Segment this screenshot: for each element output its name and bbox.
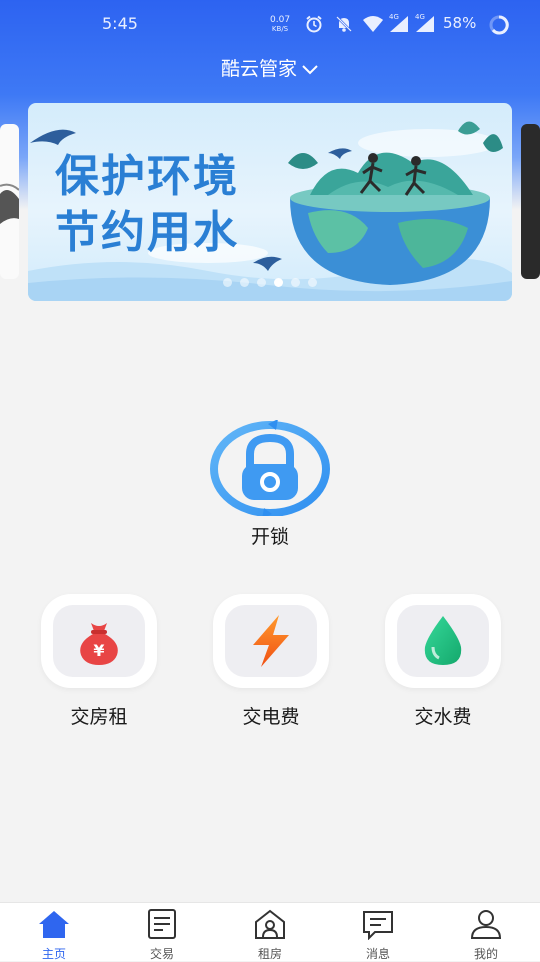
- unlock-label: 开锁: [250, 526, 289, 548]
- transaction-icon: [148, 909, 176, 939]
- pay-electricity-icon-bg: [225, 605, 317, 677]
- mute-notification-icon: [336, 16, 352, 32]
- signal-icon: [390, 16, 408, 32]
- banner-prev-card[interactable]: [0, 124, 19, 279]
- tab-messages-label: 消息: [365, 947, 390, 961]
- tab-rent-house[interactable]: 租房: [216, 903, 324, 961]
- money-bag-icon: ¥: [80, 623, 118, 665]
- tab-home[interactable]: 主页: [0, 903, 108, 961]
- pay-water-icon-frame: [385, 594, 501, 688]
- profile-icon: [470, 910, 502, 939]
- tab-profile-label: 我的: [473, 947, 498, 961]
- svg-text:¥: ¥: [93, 641, 104, 660]
- battery-percent: 58%: [443, 14, 477, 32]
- carousel-dot[interactable]: [240, 278, 249, 287]
- tab-home-label: 主页: [41, 947, 66, 961]
- pay-electricity-label: 交电费: [242, 706, 300, 728]
- bottom-tab-bar: 主页 交易 租房 消息 我的: [0, 902, 540, 961]
- lock-icon: [210, 419, 330, 519]
- banner-slogan: 保护环境 节约用水: [55, 149, 239, 261]
- banner-carousel[interactable]: 保护环境 节约用水: [28, 103, 512, 301]
- pay-water-label: 交水费: [414, 706, 472, 728]
- banner-prev-thumbnail: [0, 183, 19, 224]
- app-title: 酷云管家: [220, 58, 297, 80]
- pay-water-button[interactable]: 交水费: [383, 594, 503, 729]
- carousel-dot[interactable]: [291, 278, 300, 287]
- rent-house-icon: [255, 909, 285, 939]
- carousel-dot[interactable]: [223, 278, 232, 287]
- app-title-dropdown[interactable]: 酷云管家: [0, 54, 540, 81]
- status-bar: 5:45 0.07 KB/S 4G 4G 58%: [0, 0, 540, 50]
- tab-profile[interactable]: 我的: [432, 903, 540, 961]
- status-time: 5:45: [102, 14, 138, 33]
- battery-ring-icon: [489, 15, 509, 35]
- pay-rent-icon-frame: ¥: [41, 594, 157, 688]
- pay-electricity-button[interactable]: 交电费: [211, 594, 331, 729]
- tab-transaction-label: 交易: [149, 947, 174, 961]
- unlock-button[interactable]: [210, 419, 330, 519]
- alarm-icon: [306, 15, 322, 33]
- banner-slogan-line1: 保护环境: [55, 151, 239, 202]
- carousel-dot[interactable]: [257, 278, 266, 287]
- pay-rent-label: 交房租: [70, 706, 128, 728]
- home-icon: [39, 911, 69, 938]
- pay-electricity-icon-frame: [213, 594, 329, 688]
- tab-rent-house-label: 租房: [257, 947, 282, 961]
- water-drop-icon: [424, 616, 462, 665]
- carousel-indicator: [28, 272, 512, 291]
- pay-rent-button[interactable]: ¥ 交房租: [39, 594, 159, 729]
- pay-rent-icon-bg: ¥: [53, 605, 145, 677]
- pay-water-icon-bg: [397, 605, 489, 677]
- message-icon: [363, 911, 393, 941]
- carousel-dot[interactable]: [274, 278, 283, 287]
- network-speed-unit: KB/S: [271, 25, 289, 33]
- lightning-icon: [253, 615, 289, 667]
- carousel-dot[interactable]: [308, 278, 317, 287]
- chevron-down-icon: [302, 64, 318, 74]
- tab-messages[interactable]: 消息: [324, 903, 432, 961]
- signal-icon: [416, 16, 434, 32]
- wifi-icon: [363, 16, 383, 32]
- network-speed-value: 0.07: [270, 15, 291, 25]
- tab-transaction[interactable]: 交易: [108, 903, 216, 961]
- banner-slogan-line2: 节约用水: [55, 207, 239, 258]
- banner-next-card[interactable]: [521, 124, 540, 279]
- network-speed: 0.07 KB/S: [270, 15, 291, 34]
